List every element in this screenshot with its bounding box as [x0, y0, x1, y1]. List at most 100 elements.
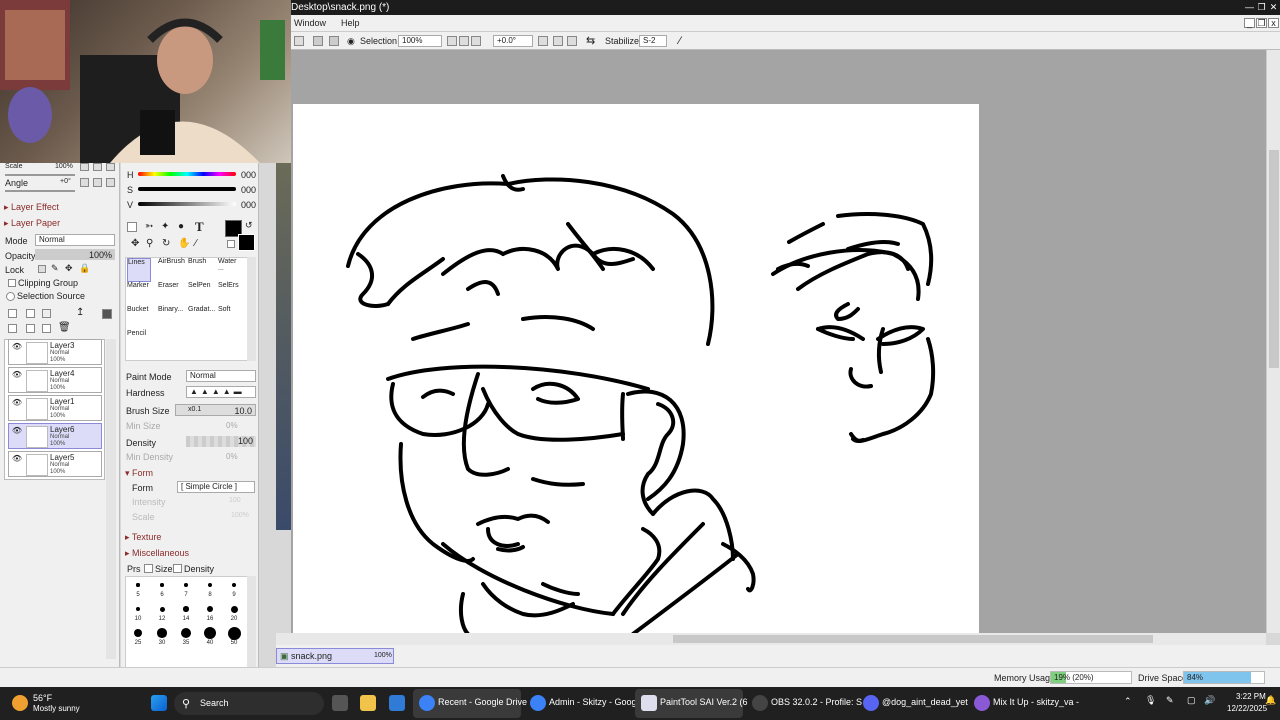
tool-water[interactable]: Water ... [218, 258, 242, 282]
brush-preset-dot[interactable] [183, 606, 189, 612]
zoom-in-nav-icon[interactable] [93, 163, 102, 171]
rotate-left-icon[interactable] [538, 36, 548, 46]
lasso-icon[interactable]: ➳ [145, 221, 153, 232]
taskbar-item-admin[interactable]: Admin - Skitzy - Goog [524, 689, 637, 718]
brush-preset-dot[interactable] [227, 626, 241, 640]
restore-button[interactable]: ❐ [1256, 2, 1267, 13]
swap-colors-icon[interactable]: ↺ [245, 220, 253, 231]
zoom-fit-nav-icon[interactable] [106, 163, 115, 171]
task-view-icon[interactable] [332, 695, 348, 711]
vertical-scrollbar[interactable] [1266, 50, 1280, 633]
visibility-eye-icon[interactable]: 👁 [11, 370, 23, 380]
horizontal-scrollbar[interactable] [276, 633, 1266, 645]
taskbar-item-painttool[interactable]: PaintTool SAI Ver.2 (6 [635, 689, 748, 718]
flip-icon[interactable]: ⇆ [586, 35, 595, 47]
zoom-out-nav-icon[interactable] [80, 163, 89, 171]
texture-section[interactable]: ▸ Texture [125, 532, 161, 543]
bucket-select-icon[interactable]: ● [178, 221, 184, 232]
rotation-select[interactable]: +0.0° [493, 35, 533, 47]
visibility-eye-icon[interactable]: 👁 [11, 454, 23, 464]
minimize-button[interactable]: — [1244, 2, 1255, 13]
taskbar-item-mixitup[interactable]: Mix It Up - skitzy_va - [968, 689, 1079, 718]
brush-preset-dot[interactable] [207, 606, 213, 612]
tool-gradation[interactable]: Gradat... [188, 306, 215, 330]
layer-row-selected[interactable]: 👁 Layer6 Normal 100% [8, 423, 102, 449]
menu-window[interactable]: Window [294, 18, 326, 28]
volume-icon[interactable]: 🔊 [1204, 695, 1215, 706]
stabilizer-select[interactable]: S-2 [639, 35, 667, 47]
layer-row[interactable]: 👁 Layer4 Normal 100% [8, 367, 102, 393]
text-tool-icon[interactable]: T [195, 219, 204, 235]
brush-preset-dot[interactable] [135, 606, 141, 612]
select-rect-icon[interactable] [127, 222, 137, 232]
transfer-down-icon[interactable]: ↥ [76, 307, 84, 318]
visibility-eye-icon[interactable]: 👁 [11, 398, 23, 408]
merge-down-icon[interactable] [26, 324, 35, 333]
layer-row[interactable]: 👁 Layer1 Normal 100% [8, 395, 102, 421]
search-box[interactable]: ⚲ Search [174, 692, 324, 715]
brush-size-slider[interactable]: x0.1 10.0 [175, 404, 256, 416]
tool-marker[interactable]: Marker [127, 282, 151, 306]
lock-transparency-icon[interactable] [38, 265, 46, 273]
brush-preset-dot[interactable] [159, 606, 165, 612]
layer-row[interactable]: 👁 Layer3 Normal 100% [8, 339, 102, 365]
file-explorer-icon[interactable] [360, 695, 376, 711]
move-icon[interactable]: ✥ [131, 238, 139, 249]
document-tab[interactable]: ▣ snack.png 100% [276, 648, 394, 664]
zoom-out-icon[interactable] [447, 36, 457, 46]
deselect-icon[interactable] [294, 36, 304, 46]
tool-eraser[interactable]: Eraser [158, 282, 182, 306]
brush-preset-dot[interactable] [204, 627, 216, 639]
rotate-reset-nav-icon[interactable] [106, 178, 115, 187]
invert-selection-icon[interactable] [313, 36, 323, 46]
form-select[interactable]: [ Simple Circle ] [177, 481, 255, 493]
line-tool-icon[interactable]: ∕ [679, 35, 681, 47]
zoom-tool-icon[interactable]: ⚲ [146, 238, 153, 249]
drawing-canvas[interactable] [293, 104, 979, 634]
zoom-select[interactable]: 100% [398, 35, 442, 47]
layer-row[interactable]: 👁 Layer5 Normal 100% [8, 451, 102, 477]
store-icon[interactable] [389, 695, 405, 711]
lock-paint-icon[interactable]: ✎ [51, 263, 59, 274]
eye-icon[interactable]: ◉ [347, 35, 355, 47]
tool-lines[interactable]: Lines [127, 258, 151, 282]
misc-section[interactable]: ▸ Miscellaneous [125, 548, 189, 559]
brush-preset-dot[interactable] [231, 582, 237, 588]
close-button[interactable]: ✕ [1268, 2, 1279, 13]
rotate-right-nav-icon[interactable] [93, 178, 102, 187]
rotate-left-nav-icon[interactable] [80, 178, 89, 187]
weather-icon[interactable] [12, 695, 28, 711]
weather-desc[interactable]: Mostly sunny [33, 704, 80, 713]
tool-pencil[interactable]: Pencil [127, 330, 151, 354]
pressure-size-checkbox[interactable] [144, 564, 153, 573]
visibility-eye-icon[interactable]: 👁 [11, 342, 23, 352]
clock-time[interactable]: 3:22 PM [1236, 692, 1266, 701]
clipping-group-checkbox[interactable] [8, 279, 16, 287]
copy-layer-icon[interactable] [8, 324, 17, 333]
doc-minimize-button[interactable]: _ [1244, 18, 1255, 28]
brush-preset-dot[interactable] [208, 583, 212, 587]
layer-mask-icon[interactable] [102, 309, 112, 319]
tool-grid-scrollbar[interactable] [247, 257, 256, 361]
hand-tool-icon[interactable]: ✋ [178, 238, 190, 249]
blend-mode-select[interactable]: Normal [35, 234, 115, 246]
hardness-selector[interactable]: ▲▲▲▲▬ [186, 386, 256, 398]
new-linework-layer-icon[interactable] [26, 309, 35, 318]
scale-slider[interactable] [5, 174, 75, 176]
opacity-slider[interactable]: 100% [35, 249, 115, 260]
density-slider[interactable]: 100 [186, 436, 256, 447]
vertical-scroll-thumb[interactable] [1269, 150, 1279, 368]
clear-selection-icon[interactable] [329, 36, 339, 46]
clear-layer-icon[interactable] [42, 324, 51, 333]
pressure-density-checkbox[interactable] [173, 564, 182, 573]
magic-wand-icon[interactable]: ✦ [161, 221, 169, 232]
doc-restore-button[interactable]: ❐ [1256, 18, 1267, 28]
horizontal-scroll-thumb[interactable] [673, 635, 1153, 643]
saturation-slider[interactable] [138, 187, 236, 191]
pen-icon[interactable]: ✎ [1166, 695, 1174, 706]
notification-bell-icon[interactable]: 🔔 [1265, 695, 1276, 706]
brush-preset-dot[interactable] [184, 583, 188, 587]
clock-date[interactable]: 12/22/2025 [1227, 704, 1267, 713]
layer-effect-section[interactable]: ▸ Layer Effect [4, 202, 59, 213]
new-layer-icon[interactable] [8, 309, 17, 318]
